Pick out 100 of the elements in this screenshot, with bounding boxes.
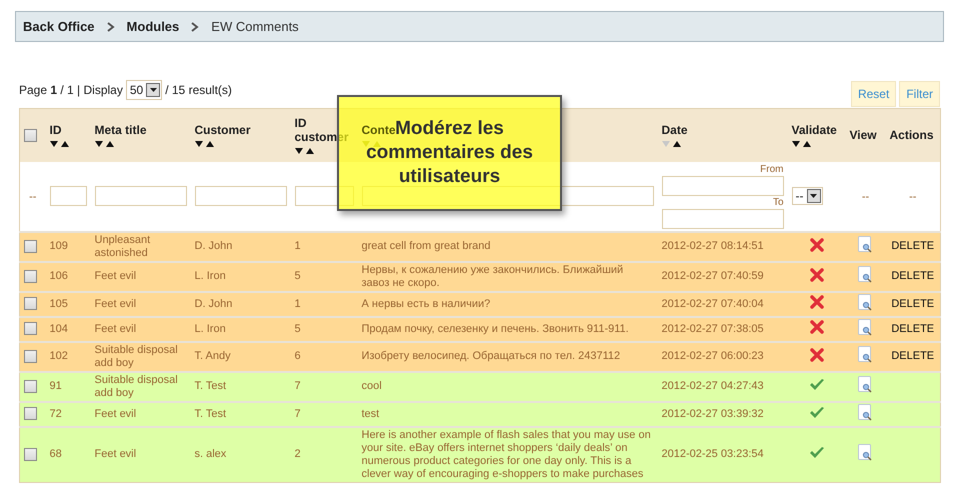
table-cell: D. John [194,240,232,252]
check-icon[interactable] [808,406,824,418]
filter-field[interactable] [94,186,186,206]
table-cell: 5 [294,322,301,334]
table-cell: 7 [294,380,301,392]
caret-icon [150,88,157,92]
document-magnifier-icon[interactable] [858,236,873,253]
delete-link[interactable]: DELETE [891,322,934,334]
document-magnifier-icon[interactable] [858,318,873,336]
document-magnifier-icon[interactable] [858,404,873,420]
sort-arrows-icon[interactable] [662,140,682,148]
table-cell: 7 [294,408,301,420]
document-magnifier-icon[interactable] [858,266,873,283]
table-cell: Suitable disposal add boy [94,374,178,398]
table-cell: Feet evil [94,322,136,334]
table-cell: 1 [294,240,301,252]
table-cell: 5 [294,270,301,282]
sort-arrows-icon[interactable] [50,140,70,148]
table-cell: Продам почку, селезенку и печень. Звонить 911-911. [362,322,629,334]
cross-icon[interactable] [810,320,824,334]
delete-link[interactable]: DELETE [891,270,934,282]
table-cell: D. John [194,298,232,310]
row-checkbox[interactable] [24,270,37,283]
filter-dash: -- [909,191,916,203]
table-cell: 68 [50,448,62,460]
filter-field[interactable] [50,186,86,206]
table-cell: Here is another example of flash sales that you may use on your site. eBay offers internet shoppers ‘daily deals’ on numerous product categories for one day only. This is a clever way of encouraging e-shoppers to make purchases [362,428,651,480]
delete-link[interactable]: DELETE [891,350,934,362]
validate-select[interactable]: -- [792,187,822,205]
date-to-field[interactable] [662,209,784,229]
delete-link[interactable]: DELETE [891,298,934,310]
table-cell: 2012-02-27 07:38:05 [662,322,764,334]
cross-icon[interactable] [810,238,824,252]
table-cell: 2012-02-27 04:27:43 [662,380,764,392]
table-cell: Изобрету велосипед. Обращаться по тел. 2437112 [362,350,620,362]
document-magnifier-icon[interactable] [858,346,873,363]
column-header: Actions [890,128,934,142]
display-select[interactable]: 50 [126,80,162,100]
table-cell: 2012-02-27 07:40:59 [662,270,764,282]
table-cell: Feet evil [94,448,136,460]
filter-field[interactable] [194,186,286,206]
table-cell: 2012-02-27 07:40:04 [662,298,764,310]
table-cell: 106 [50,270,68,282]
sort-arrows-icon[interactable] [294,148,314,155]
column-header: View [850,128,877,142]
row-checkbox[interactable] [24,322,37,336]
check-icon[interactable] [808,446,824,459]
column-header: ID [50,122,62,137]
to-label: To [772,197,784,208]
table-cell: Feet evil [94,298,136,310]
check-icon[interactable] [808,378,824,391]
table-cell: 2012-02-27 08:14:51 [662,240,764,252]
row-checkbox[interactable] [24,448,37,461]
column-header: Customer [194,122,251,137]
column-header: Meta title [94,122,147,137]
table-cell: Feet evil [94,270,136,282]
select-all-checkbox[interactable] [24,129,37,142]
table-cell: А нервы есть в наличии? [362,298,490,310]
cross-icon[interactable] [810,268,824,282]
column-header: Date [662,122,688,137]
cross-icon[interactable] [810,295,824,309]
breadcrumb-item[interactable]: Modules [126,19,180,34]
results-count: / 15 result(s) [165,83,232,97]
table-cell: 91 [50,380,62,392]
table-cell: great cell from great brand [362,240,491,252]
sort-arrows-icon[interactable] [94,140,114,148]
table-cell: s. alex [194,448,226,460]
table-cell: T. Test [194,408,226,420]
sort-arrows-icon[interactable] [194,140,214,148]
column-header: Conte [362,122,396,137]
table-cell: 102 [50,350,68,362]
table-cell: 1 [294,298,301,310]
caret-icon [810,194,817,198]
table-cell: 105 [50,298,68,310]
table-cell: L. Iron [194,270,226,282]
breadcrumb-item: EW Comments [211,19,299,34]
document-magnifier-icon[interactable] [858,294,873,310]
table-cell: Feet evil [94,408,136,420]
sort-arrows-icon[interactable] [792,140,812,148]
column-header: Validate [792,122,837,137]
cross-icon[interactable] [810,348,824,362]
table-cell: 2 [294,448,301,460]
table-cell: test [362,408,380,420]
row-checkbox[interactable] [24,380,37,393]
row-checkbox[interactable] [24,297,37,310]
date-from-field[interactable] [662,176,784,196]
table-cell: 6 [294,350,301,362]
row-checkbox[interactable] [24,350,37,363]
delete-link[interactable]: DELETE [891,240,934,252]
table-cell: T. Andy [194,350,231,362]
breadcrumb-item[interactable]: Back Office [23,19,95,34]
document-magnifier-icon[interactable] [858,444,873,461]
chevron-icon [106,22,115,32]
document-magnifier-icon[interactable] [858,376,873,393]
from-label: From [760,164,784,175]
table-cell: 2012-02-27 03:39:32 [662,408,764,420]
row-checkbox[interactable] [24,407,37,420]
table-cell: Нервы, к сожалению уже закончились. Ближайший завоз не скоро. [362,264,624,288]
row-checkbox[interactable] [24,240,37,253]
table-cell: 2012-02-27 06:00:23 [662,350,764,362]
